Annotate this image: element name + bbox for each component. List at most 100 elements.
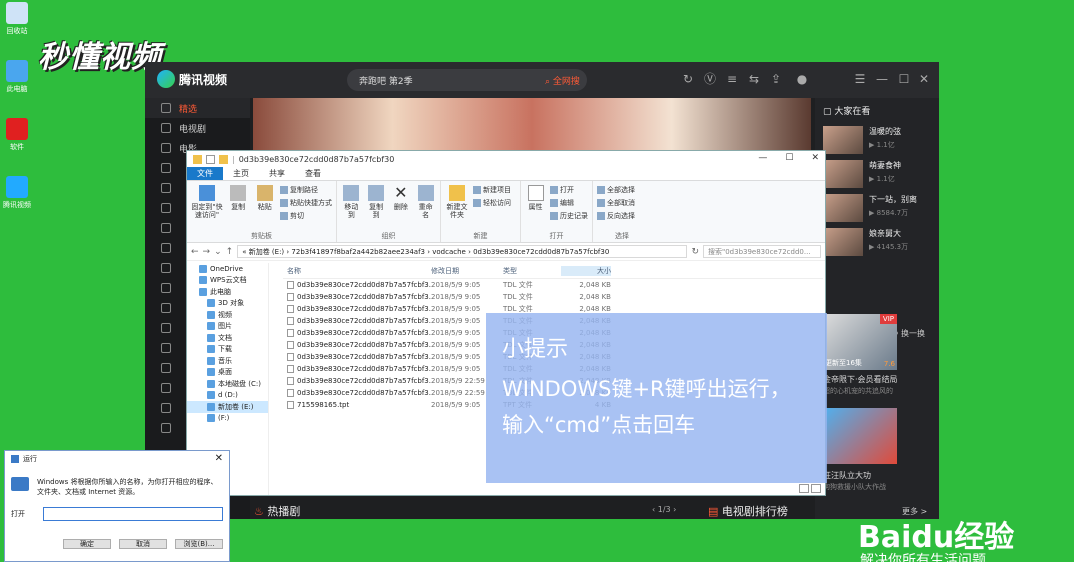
refresh-icon[interactable]: ↻ (681, 72, 695, 86)
file-icon (287, 389, 294, 397)
cut-button[interactable]: 剪切 (279, 211, 332, 221)
refresh-icon[interactable]: ↻ (691, 247, 699, 257)
nav-item[interactable]: 音乐 (187, 355, 268, 367)
trending-item[interactable]: 萌妻食神 ▶ 1.1亿 (815, 157, 939, 191)
trending-item[interactable]: 娘亲舅大 ▶ 4145.3万 (815, 225, 939, 259)
maximize-icon[interactable]: ☐ (897, 72, 911, 86)
history-icon[interactable]: ≡ (725, 72, 739, 86)
forward-arrow-icon[interactable]: → (203, 247, 211, 257)
trending-item[interactable]: 下一站，别离 ▶ 8584.7万 (815, 191, 939, 225)
nav-item[interactable]: WPS云文档 (187, 275, 268, 287)
nav-item[interactable]: 视频 (187, 309, 268, 321)
nav-item[interactable]: OneDrive (187, 263, 268, 275)
desktop-icon[interactable]: 腾讯视频 (2, 176, 32, 210)
desktop-app-icon (6, 176, 28, 198)
trending-views-count: 1.1亿 (876, 175, 895, 183)
column-headers: 名称 修改日期 类型 大小 (283, 263, 823, 279)
file-name-cell: 715598165.tpt (283, 401, 431, 409)
menu-icon[interactable]: ☰ (853, 72, 867, 86)
poster-1-title[interactable]: 金帝限下·会员看结局 (823, 374, 898, 385)
address-bar[interactable]: « 新加卷 (E:) › 72b3f41897f8baf2a442b82aee2… (237, 245, 688, 258)
nav-item[interactable]: 3D 对象 (187, 298, 268, 310)
poster-2[interactable] (823, 408, 897, 464)
nav-item[interactable]: 图片 (187, 321, 268, 333)
paste-shortcut-button[interactable]: 粘贴快捷方式 (279, 198, 332, 208)
tiles-view-icon[interactable] (811, 484, 821, 493)
run-open-input[interactable] (43, 507, 223, 521)
trending-title: 下一站，别离 (869, 195, 917, 204)
nav-item-icon (199, 276, 207, 285)
run-cancel-button[interactable]: 取消 (119, 539, 167, 549)
recent-chevron-icon[interactable]: ⌄ (214, 247, 222, 257)
fire-icon: ♨ (254, 505, 264, 518)
share-icon[interactable]: ⇆ (747, 72, 761, 86)
easy-access-button[interactable]: 轻松访问 (473, 198, 511, 208)
run-browse-button[interactable]: 浏览(B)... (175, 539, 223, 549)
ribbon-tab[interactable]: 查看 (295, 167, 331, 180)
hot-drama-tab[interactable]: ♨ 热播剧 (254, 503, 300, 519)
nav-item[interactable]: 本地磁盘 (C:) (187, 378, 268, 390)
explorer-close-icon[interactable]: ✕ (811, 153, 819, 163)
history-button[interactable]: 历史记录 (550, 211, 588, 221)
folder-icon (193, 154, 202, 164)
edit-button[interactable]: 编辑 (550, 198, 588, 208)
column-size[interactable]: 大小 (561, 265, 611, 276)
trending-item[interactable]: 温暖的弦 ▶ 1.1亿 (815, 123, 939, 157)
hero-banner[interactable] (253, 98, 811, 152)
global-search-button[interactable]: ⌕ 全网搜 (545, 69, 603, 91)
nav-item[interactable]: 此电脑 (187, 286, 268, 298)
close-icon[interactable]: ✕ (917, 72, 931, 86)
trending-text: 温暖的弦 ▶ 1.1亿 (869, 126, 901, 154)
properties-quick-icon[interactable] (206, 154, 215, 164)
file-row[interactable]: 0d3b39e830ce72cdd0d87b7a57fcbf3... 2018/5… (283, 291, 823, 303)
nav-item[interactable]: 下载 (187, 344, 268, 356)
select-none-button[interactable]: 全部取消 (597, 198, 635, 208)
new-folder-quick-icon[interactable] (219, 154, 228, 164)
poster-1[interactable]: VIP 更新至16集 7.6 (823, 314, 897, 370)
column-name[interactable]: 名称 (283, 266, 431, 276)
nav-item[interactable]: 桌面 (187, 367, 268, 379)
upload-icon[interactable]: ⇪ (769, 72, 783, 86)
invert-selection-button[interactable]: 反向选择 (597, 211, 635, 221)
search-input[interactable]: 搜索"0d3b39e830ce72cdd0... (703, 245, 821, 258)
desktop-icon[interactable]: 此电脑 (2, 60, 32, 94)
explorer-minimize-icon[interactable]: — (758, 153, 767, 163)
avatar-icon[interactable]: ● (795, 72, 809, 86)
explorer-maximize-icon[interactable]: ☐ (785, 153, 793, 163)
open-button[interactable]: 打开 (550, 185, 588, 195)
poster-2-title[interactable]: 汪汪队立大功 (823, 470, 871, 481)
nav-item[interactable]: 文档 (187, 332, 268, 344)
file-type: TDL 文件 (503, 293, 533, 301)
file-icon (287, 317, 294, 325)
vip-icon[interactable]: Ⓥ (703, 72, 717, 86)
file-name-cell: 0d3b39e830ce72cdd0d87b7a57fcbf3... (283, 377, 431, 385)
select-all-button[interactable]: 全部选择 (597, 185, 635, 195)
desktop-icon[interactable]: 回收站 (2, 2, 32, 36)
ribbon-tab[interactable]: 主页 (223, 167, 259, 180)
sidebar-item[interactable]: 精选 (145, 98, 250, 118)
run-body: Windows 将根据你所输入的名称，为你打开相应的程序、文件夹、文档或 Int… (5, 467, 229, 501)
up-arrow-icon[interactable]: ↑ (226, 247, 234, 257)
copy-path-button[interactable]: 复制路径 (279, 185, 332, 195)
drama-ranking-tab[interactable]: ▤ 电视剧排行榜 (708, 503, 788, 519)
trending-title: 温暖的弦 (869, 127, 901, 136)
nav-item[interactable]: 新加卷 (E:) (187, 401, 268, 413)
nav-item[interactable]: d (D:) (187, 390, 268, 402)
global-search-label: 全网搜 (552, 77, 580, 87)
nav-item[interactable]: (F:) (187, 413, 268, 425)
new-item-button[interactable]: 新建项目 (473, 185, 511, 195)
cut-label: 剪切 (289, 212, 304, 220)
details-view-icon[interactable] (799, 484, 809, 493)
back-arrow-icon[interactable]: ← (191, 247, 199, 257)
desktop-icon[interactable]: 软件 (2, 118, 32, 152)
ribbon-tab[interactable]: 共享 (259, 167, 295, 180)
column-type[interactable]: 类型 (499, 266, 561, 276)
minimize-icon[interactable]: — (875, 72, 889, 86)
run-ok-button[interactable]: 确定 (63, 539, 111, 549)
file-row[interactable]: 0d3b39e830ce72cdd0d87b7a57fcbf3... 2018/5… (283, 279, 823, 291)
sidebar-item-icon (161, 403, 171, 413)
column-date[interactable]: 修改日期 (431, 266, 499, 276)
sidebar-item[interactable]: 电视剧 (145, 118, 250, 138)
ribbon-tab[interactable]: 文件 (187, 167, 223, 180)
run-close-icon[interactable]: ✕ (215, 453, 223, 464)
